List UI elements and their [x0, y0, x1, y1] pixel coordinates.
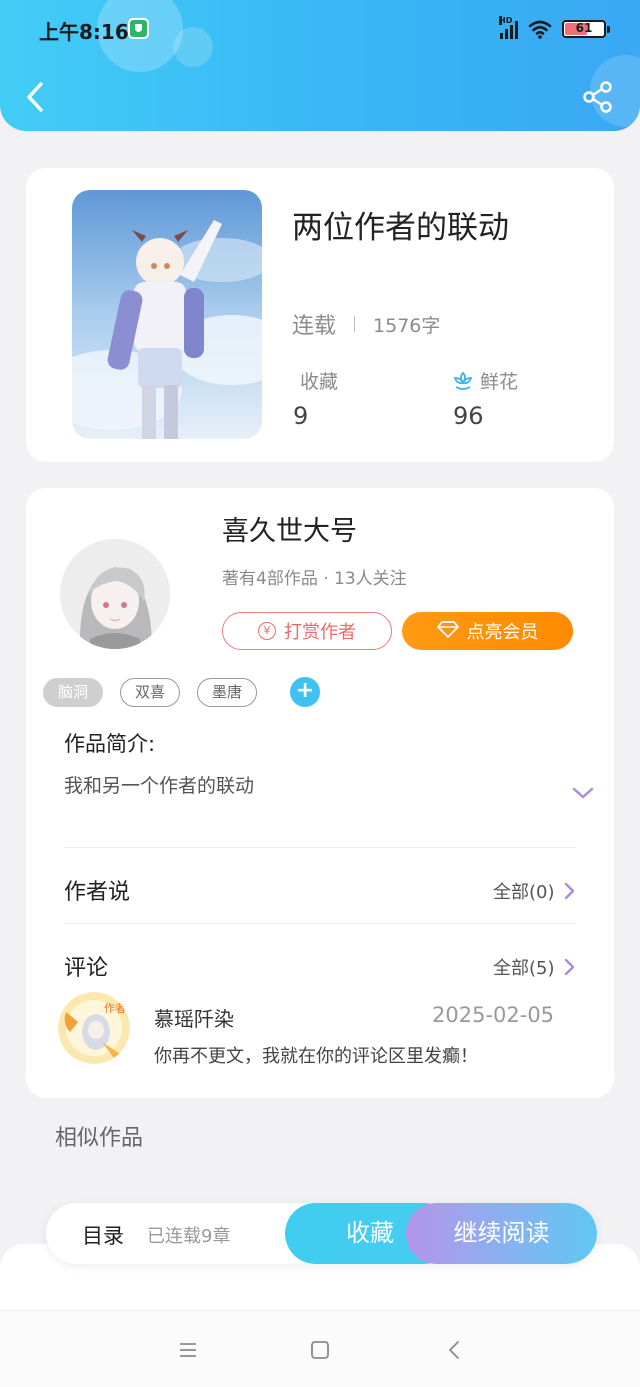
- chevron-right-icon: [563, 957, 575, 977]
- commenter-name[interactable]: 慕瑶阡染: [154, 1003, 234, 1032]
- bottom-action-bar: 目录 已连载9章 收藏 继续阅读: [46, 1203, 597, 1264]
- home-icon[interactable]: [307, 1337, 333, 1363]
- comments-label: 评论: [64, 956, 109, 981]
- back-icon[interactable]: [442, 1337, 468, 1363]
- flowers-label: 鲜花: [480, 371, 519, 393]
- shield-icon: [128, 18, 149, 39]
- divider: [354, 316, 356, 332]
- signal-icon: HD: [499, 16, 518, 39]
- reward-author-button[interactable]: ¥ 打赏作者: [222, 612, 392, 650]
- tag-item[interactable]: 脑洞: [43, 677, 104, 707]
- decor-bubble: [173, 27, 213, 67]
- top-header: 上午8:16 HD 61: [0, 0, 640, 131]
- comments-count: 全部(5): [493, 958, 555, 979]
- flower-icon: [452, 370, 474, 392]
- yen-icon: ¥: [258, 622, 276, 640]
- comment-date: 2025-02-05: [432, 1003, 555, 1027]
- tag-item[interactable]: 双喜: [120, 677, 181, 707]
- toc-button[interactable]: 目录: [82, 1220, 124, 1250]
- share-icon[interactable]: [581, 80, 615, 114]
- author-meta: 著有4部作品 · 13人关注: [222, 569, 407, 589]
- vip-button[interactable]: 点亮会员: [402, 612, 573, 650]
- tag-list: 脑洞 双喜 墨唐 +: [43, 677, 321, 707]
- wifi-icon: [528, 19, 552, 39]
- book-info-card: 两位作者的联动 连载 1576字 收藏 9 鲜花 96: [26, 168, 614, 462]
- chapter-count[interactable]: 已连载9章: [147, 1222, 230, 1248]
- status-time: 上午8:16: [39, 20, 129, 44]
- status-icons: HD 61: [499, 16, 610, 40]
- system-nav-bar: [0, 1310, 640, 1387]
- diamond-icon: [436, 620, 459, 643]
- author-detail-card: 喜久世大号 著有4部作品 · 13人关注 ¥ 打赏作者 点亮会员 脑洞 双喜 墨…: [26, 488, 614, 1098]
- author-name[interactable]: 喜久世大号: [222, 509, 357, 548]
- flowers-count: 96: [453, 402, 484, 430]
- network-label: HD: [499, 16, 513, 25]
- serial-status: 连载: [292, 314, 337, 339]
- chevron-right-icon: [563, 881, 575, 901]
- vip-label: 点亮会员: [466, 622, 539, 643]
- add-tag-icon[interactable]: +: [290, 677, 321, 707]
- tag-item[interactable]: 墨唐: [197, 677, 258, 707]
- battery-level: 61: [575, 21, 593, 35]
- comments-more[interactable]: 全部(5): [493, 954, 575, 980]
- author-says-label: 作者说: [64, 880, 131, 905]
- book-status-line: 连载 1576字: [292, 308, 440, 340]
- author-badge-text: 作者: [104, 1002, 126, 1015]
- comment-text[interactable]: 你再不更文，我就在你的评论区里发癫！: [154, 1042, 478, 1068]
- similar-works-title: 相似作品: [55, 1126, 144, 1151]
- reward-author-label: 打赏作者: [284, 622, 356, 643]
- continue-reading-button[interactable]: 继续阅读: [406, 1203, 597, 1264]
- book-title: 两位作者的联动: [292, 210, 509, 246]
- divider: [64, 923, 576, 924]
- intro-text: 我和另一个作者的联动: [64, 775, 255, 797]
- author-says-count: 全部(0): [493, 882, 555, 903]
- author-avatar[interactable]: [60, 539, 170, 649]
- flowers-stat[interactable]: 鲜花: [452, 367, 518, 394]
- favorites-label: 收藏: [300, 371, 339, 393]
- commenter-avatar[interactable]: 作者: [58, 992, 130, 1064]
- chevron-left-icon[interactable]: [22, 80, 52, 114]
- word-count: 1576字: [373, 314, 441, 337]
- favorites-count: 9: [293, 402, 309, 430]
- battery-icon: 61: [562, 20, 610, 38]
- book-cover[interactable]: [72, 190, 262, 439]
- menu-icon[interactable]: [175, 1337, 201, 1363]
- intro-label: 作品简介:: [64, 732, 156, 756]
- divider: [64, 847, 576, 848]
- chevron-down-icon[interactable]: [572, 785, 594, 801]
- author-says-more[interactable]: 全部(0): [493, 878, 575, 904]
